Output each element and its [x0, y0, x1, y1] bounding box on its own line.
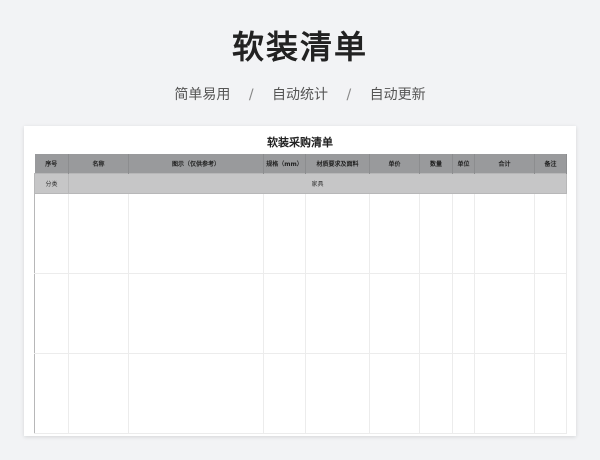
header-material: 材质要求及面料 — [305, 154, 370, 174]
header-seq: 序号 — [34, 154, 69, 174]
table-cell[interactable] — [305, 353, 370, 434]
category-row: 分类 家具 — [34, 173, 567, 194]
category-value: 家具 — [68, 173, 567, 194]
table-cell[interactable] — [474, 353, 535, 434]
header-quantity: 数量 — [419, 154, 453, 174]
header-unit: 单位 — [452, 154, 475, 174]
table-cell[interactable] — [305, 273, 370, 354]
table-cell[interactable] — [369, 273, 420, 354]
table-cell[interactable] — [369, 353, 420, 434]
table-cell[interactable] — [34, 273, 69, 354]
table-cell[interactable] — [128, 273, 264, 354]
sheet-title: 软装采购清单 — [267, 136, 333, 149]
category-label: 分类 — [34, 173, 69, 194]
feature-tag-easy: 简单易用 — [174, 87, 231, 103]
header-row: 序号 名称 图示（仅供参考） 规格（mm） 材质要求及面料 单价 数量 单位 合… — [34, 154, 567, 174]
header-total: 合计 — [474, 154, 535, 174]
table-cell[interactable] — [534, 193, 567, 274]
table-cell[interactable] — [34, 353, 69, 434]
header-unit-price: 单价 — [369, 154, 420, 174]
header-remark: 备注 — [534, 154, 567, 174]
header-spec: 规格（mm） — [263, 154, 306, 174]
table-cell[interactable] — [419, 273, 453, 354]
table-cell[interactable] — [452, 273, 475, 354]
tag-separator: / — [248, 87, 254, 103]
table-cell[interactable] — [68, 273, 129, 354]
header-image: 图示（仅供参考） — [128, 154, 264, 174]
table-cell[interactable] — [305, 193, 370, 274]
table-cell[interactable] — [263, 273, 306, 354]
tag-separator: / — [346, 87, 352, 103]
table-cell[interactable] — [68, 353, 129, 434]
header-name: 名称 — [68, 154, 129, 174]
table-cell[interactable] — [534, 273, 567, 354]
table-cell[interactable] — [263, 193, 306, 274]
table-cell[interactable] — [419, 193, 453, 274]
feature-tags: 简单易用 / 自动统计 / 自动更新 — [0, 84, 600, 104]
table-row — [34, 353, 567, 434]
table-row — [34, 193, 567, 274]
spreadsheet-preview-card: 软装采购清单 序号 名称 图示（仅供参考） 规格（mm） 材质要求及面料 单价 … — [24, 126, 576, 436]
table-cell[interactable] — [128, 193, 264, 274]
table-cell[interactable] — [68, 193, 129, 274]
table-cell[interactable] — [452, 353, 475, 434]
table-cell[interactable] — [474, 193, 535, 274]
feature-tag-auto-update: 自动更新 — [369, 87, 426, 103]
purchase-list-table: 序号 名称 图示（仅供参考） 规格（mm） 材质要求及面料 单价 数量 单位 合… — [34, 154, 567, 434]
table-cell[interactable] — [128, 353, 264, 434]
table-cell[interactable] — [369, 193, 420, 274]
table-cell[interactable] — [419, 353, 453, 434]
table-cell[interactable] — [452, 193, 475, 274]
feature-tag-auto-stats: 自动统计 — [272, 87, 328, 103]
table-cell[interactable] — [474, 273, 535, 354]
table-cell[interactable] — [263, 353, 306, 434]
table-cell[interactable] — [534, 353, 567, 434]
table-cell[interactable] — [34, 193, 69, 274]
page-title: 软装清单 — [231, 28, 368, 66]
table-row — [34, 273, 567, 354]
